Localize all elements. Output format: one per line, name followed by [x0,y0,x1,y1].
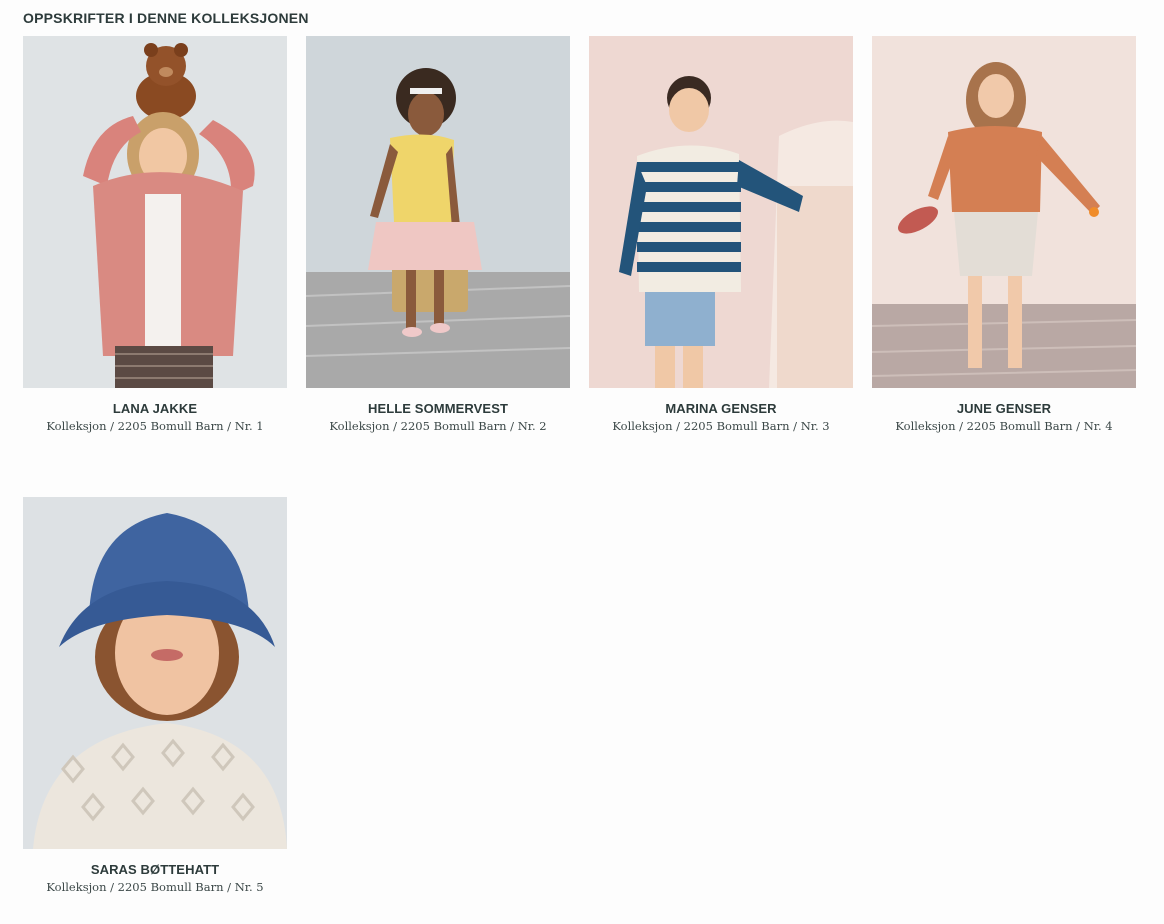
pattern-card-lana-jakke[interactable]: LANA JAKKE Kolleksjon / 2205 Bomull Barn… [23,36,287,433]
pattern-subtitle: Kolleksjon / 2205 Bomull Barn / Nr. 3 [612,419,830,433]
pattern-card-marina-genser[interactable]: MARINA GENSER Kolleksjon / 2205 Bomull B… [589,36,853,433]
girl-yellow-vest-photo[interactable] [306,36,570,388]
pattern-card-june-genser[interactable]: JUNE GENSER Kolleksjon / 2205 Bomull Bar… [872,36,1136,433]
pattern-name[interactable]: JUNE GENSER [872,401,1136,416]
pattern-subtitle: Kolleksjon / 2205 Bomull Barn / Nr. 1 [46,419,264,433]
pattern-grid: LANA JAKKE Kolleksjon / 2205 Bomull Barn… [23,36,1136,894]
pattern-name[interactable]: HELLE SOMMERVEST [306,401,570,416]
girl-orange-sweater-photo[interactable] [872,36,1136,388]
pattern-card-saras-bottehatt[interactable]: SARAS BØTTEHATT Kolleksjon / 2205 Bomull… [23,497,287,894]
pattern-card-helle-sommervest[interactable]: HELLE SOMMERVEST Kolleksjon / 2205 Bomul… [306,36,570,433]
pattern-subtitle: Kolleksjon / 2205 Bomull Barn / Nr. 4 [895,419,1113,433]
boy-striped-sweater-photo[interactable] [589,36,853,388]
pattern-name[interactable]: SARAS BØTTEHATT [23,862,287,877]
section-title: OPPSKRIFTER I DENNE KOLLEKSJONEN [23,10,309,26]
child-blue-bucket-hat-photo[interactable] [23,497,287,849]
pattern-name[interactable]: LANA JAKKE [23,401,287,416]
pattern-name[interactable]: MARINA GENSER [589,401,853,416]
girl-pink-cardigan-teddy-photo[interactable] [23,36,287,388]
pattern-subtitle: Kolleksjon / 2205 Bomull Barn / Nr. 5 [46,880,264,894]
pattern-subtitle: Kolleksjon / 2205 Bomull Barn / Nr. 2 [329,419,547,433]
